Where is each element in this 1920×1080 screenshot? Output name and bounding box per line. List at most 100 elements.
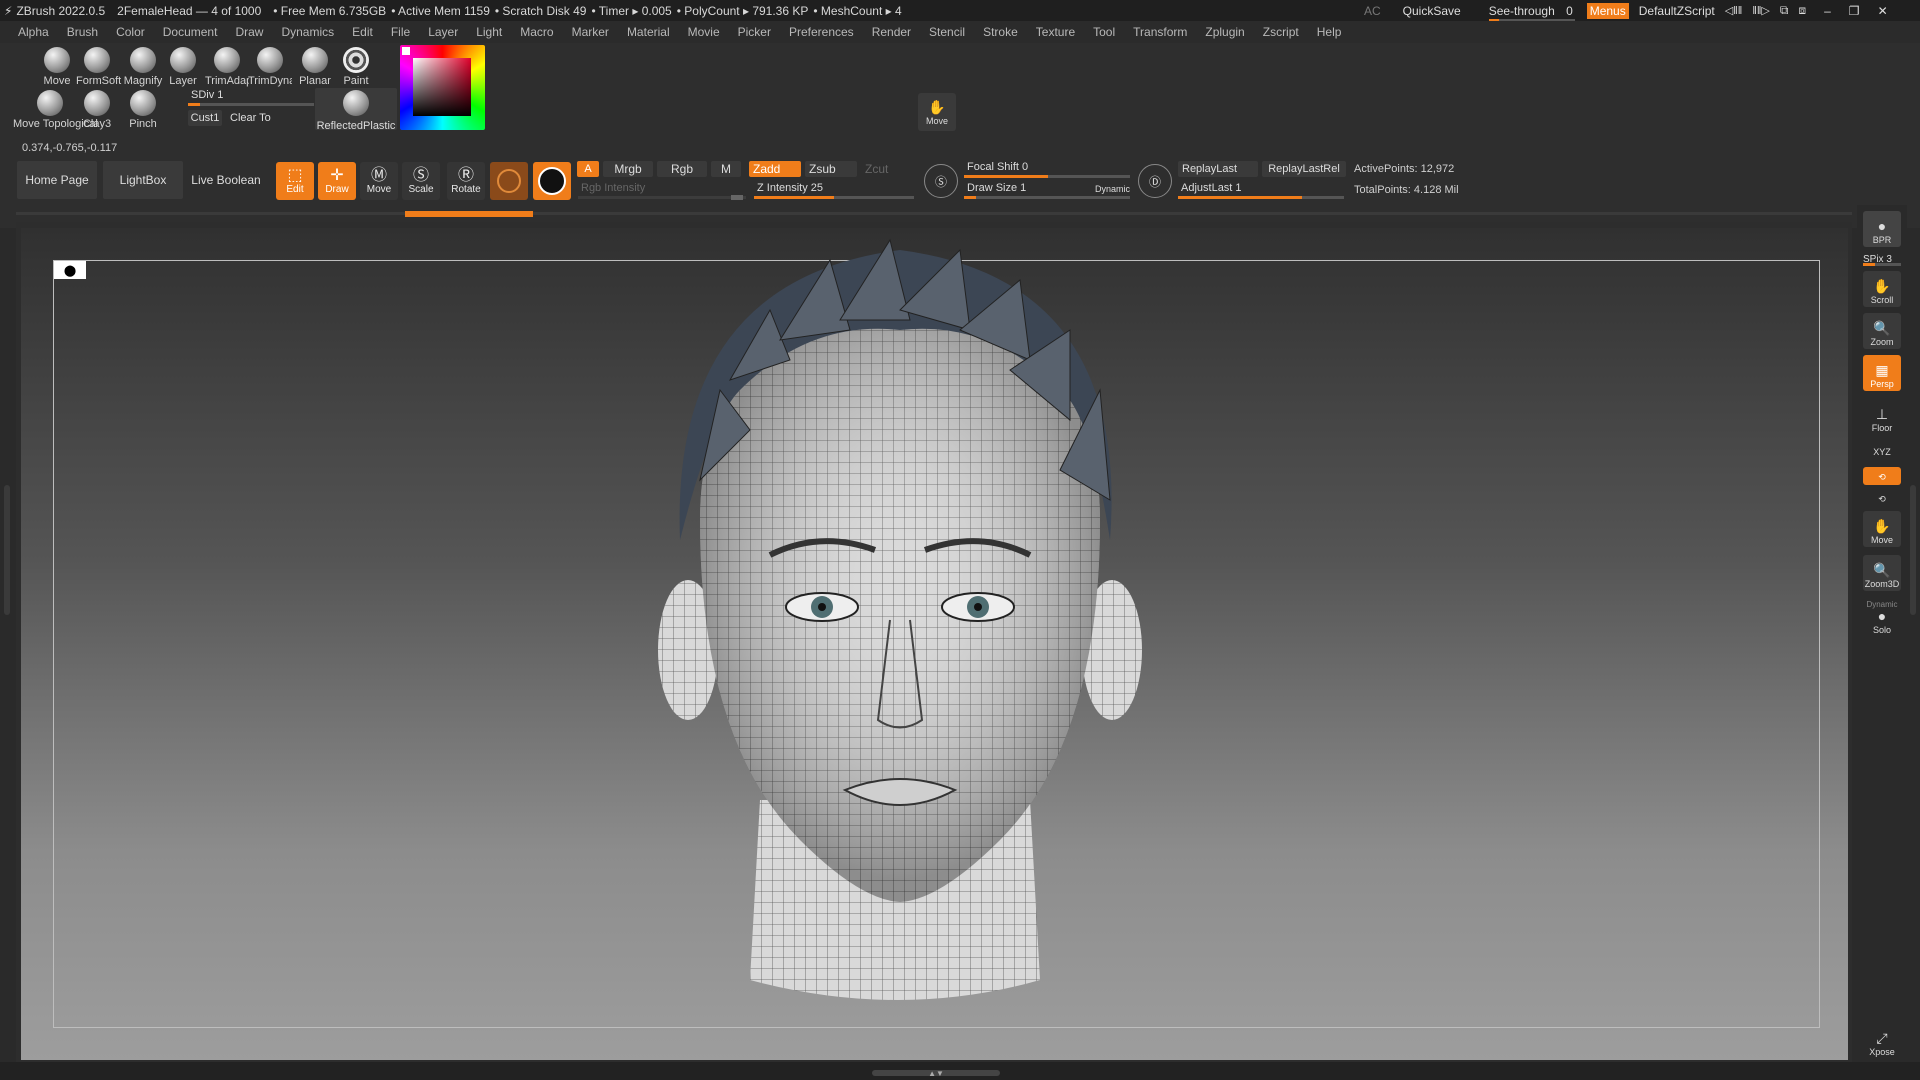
default-zscript-button[interactable]: DefaultZScript [1639, 4, 1715, 18]
menu-alpha[interactable]: Alpha [9, 25, 58, 39]
window-icon-1[interactable]: ⧉ [1780, 3, 1789, 18]
color-square[interactable] [413, 58, 471, 116]
brush-planar[interactable]: Planar [294, 47, 336, 87]
draw-button[interactable]: ✛ Draw [318, 162, 356, 200]
left-tray-handle[interactable] [4, 485, 10, 615]
solo-button[interactable]: Dynamic ● Solo [1863, 597, 1901, 637]
cust1-button[interactable]: Cust1 [188, 110, 222, 126]
menu-transform[interactable]: Transform [1124, 25, 1196, 39]
rgb-intensity-slider[interactable]: Rgb Intensity [578, 181, 746, 200]
menu-document[interactable]: Document [154, 25, 227, 39]
brush-layer[interactable]: Layer [162, 47, 204, 87]
menu-movie[interactable]: Movie [679, 25, 729, 39]
rotate-y-button[interactable]: ⟲ [1863, 467, 1901, 485]
spix-slider[interactable]: SPix 3 [1863, 251, 1901, 266]
menu-zplugin[interactable]: Zplugin [1196, 25, 1253, 39]
menu-light[interactable]: Light [467, 25, 511, 39]
scale-button[interactable]: Ⓢ Scale [402, 162, 440, 200]
brush-pinch[interactable]: Pinch [122, 90, 164, 130]
zadd-button[interactable]: Zadd [749, 161, 801, 177]
right-tray-handle[interactable] [1910, 485, 1916, 615]
close-icon[interactable]: ✕ [1878, 4, 1888, 18]
menu-picker[interactable]: Picker [729, 25, 780, 39]
layout-icon-1[interactable]: ◁‖‖ [1725, 4, 1743, 17]
minimize-icon[interactable]: – [1824, 4, 1831, 18]
pin-icon[interactable]: ⬤ [54, 261, 86, 279]
focal-shift-slider[interactable]: Focal Shift 0 [964, 160, 1130, 178]
lightbox-tab[interactable]: LightBox [103, 161, 183, 199]
clear-to-button[interactable]: Clear To [226, 110, 310, 126]
brush-trimdynamic[interactable]: TrimDynamic [248, 47, 292, 87]
bpr-button[interactable]: ● BPR [1863, 211, 1901, 247]
adjust-last-slider[interactable]: AdjustLast 1 [1178, 181, 1344, 199]
stroke-button[interactable] [533, 162, 571, 200]
menu-preferences[interactable]: Preferences [780, 25, 863, 39]
edit-button[interactable]: ⬚ Edit [276, 162, 314, 200]
brush-move-topological[interactable]: Move Topological [13, 90, 98, 130]
menu-zscript[interactable]: Zscript [1254, 25, 1308, 39]
s-brush-icon[interactable]: Ⓢ [924, 164, 958, 198]
color-picker[interactable] [400, 45, 485, 130]
brush-move[interactable]: Move [36, 47, 78, 87]
floor-button[interactable]: ⊥ Floor [1863, 399, 1901, 435]
menu-edit[interactable]: Edit [343, 25, 382, 39]
menu-layer[interactable]: Layer [419, 25, 467, 39]
mrgb-button[interactable]: Mrgb [603, 161, 653, 177]
xyz-button[interactable]: XYZ [1863, 437, 1901, 459]
brush-paint[interactable]: Paint [335, 47, 377, 87]
brush-magnify[interactable]: Magnify [122, 47, 164, 87]
move-view-button[interactable]: ✋ Move [1863, 511, 1901, 547]
draw-size-slider[interactable]: Draw Size 1 Dynamic [964, 181, 1130, 199]
menu-stroke[interactable]: Stroke [974, 25, 1027, 39]
window-icon-2[interactable]: ⧈ [1798, 3, 1806, 18]
see-through-slider[interactable]: See-through 0 [1488, 4, 1575, 22]
z-intensity-slider[interactable]: Z Intensity 25 [754, 181, 914, 199]
quicksave-button[interactable]: QuickSave [1403, 4, 1461, 18]
xpose-button[interactable]: ⤢ Xpose [1863, 1023, 1901, 1059]
scroll-button[interactable]: ✋ Scroll [1863, 271, 1901, 307]
menu-render[interactable]: Render [863, 25, 920, 39]
menus-toggle[interactable]: Menus [1586, 2, 1629, 19]
move-button[interactable]: Ⓜ Move [360, 162, 398, 200]
rgb-button[interactable]: Rgb [657, 161, 707, 177]
brush-formsoft[interactable]: FormSoft [76, 47, 121, 87]
menu-texture[interactable]: Texture [1027, 25, 1084, 39]
home-page-tab[interactable]: Home Page [17, 161, 97, 199]
sdiv-slider[interactable]: SDiv 1 [188, 88, 314, 106]
persp-button[interactable]: ▦ Persp [1863, 355, 1901, 391]
replay-last-rel-button[interactable]: ReplayLastRel [1262, 161, 1346, 177]
live-boolean-tab[interactable]: Live Boolean [186, 161, 266, 199]
menu-file[interactable]: File [382, 25, 419, 39]
menu-macro[interactable]: Macro [511, 25, 562, 39]
menu-brush[interactable]: Brush [58, 25, 107, 39]
menu-color[interactable]: Color [107, 25, 154, 39]
rotate-button[interactable]: Ⓡ Rotate [447, 162, 485, 200]
maximize-icon[interactable]: ❐ [1849, 4, 1860, 18]
move-hand-button[interactable]: ✋ Move [918, 93, 956, 131]
menu-stencil[interactable]: Stencil [920, 25, 974, 39]
d-brush-icon[interactable]: Ⓓ [1138, 164, 1172, 198]
scratch-disk: • Scratch Disk 49 [494, 3, 587, 18]
a-mode-button[interactable]: A [577, 161, 599, 177]
bottom-tray-handle[interactable]: ▲▼ [872, 1069, 1000, 1078]
replay-last-button[interactable]: ReplayLast [1178, 161, 1258, 177]
menu-dynamics[interactable]: Dynamics [272, 25, 343, 39]
menu-draw[interactable]: Draw [226, 25, 272, 39]
head-model[interactable] [640, 220, 1160, 1020]
m-button[interactable]: M [711, 161, 741, 177]
menu-marker[interactable]: Marker [563, 25, 618, 39]
menu-material[interactable]: Material [618, 25, 679, 39]
brush-clay3[interactable]: Clay3 [76, 90, 118, 130]
rotate-z-button[interactable]: ⟲ [1863, 489, 1901, 507]
menu-tool[interactable]: Tool [1084, 25, 1124, 39]
material-button[interactable]: ReflectedPlastic [315, 88, 397, 132]
layout-icon-2[interactable]: ‖‖▷ [1752, 4, 1770, 17]
dynamic-label[interactable]: Dynamic [1095, 184, 1130, 194]
zcut-button[interactable]: Zcut [861, 161, 913, 177]
zsub-button[interactable]: Zsub [805, 161, 857, 177]
brush-trimadaptive[interactable]: TrimAdaptive [205, 47, 249, 87]
material-sphere-button[interactable] [490, 162, 528, 200]
zoom3d-button[interactable]: 🔍 Zoom3D [1863, 555, 1901, 591]
zoom-button[interactable]: 🔍 Zoom [1863, 313, 1901, 349]
menu-help[interactable]: Help [1308, 25, 1351, 39]
